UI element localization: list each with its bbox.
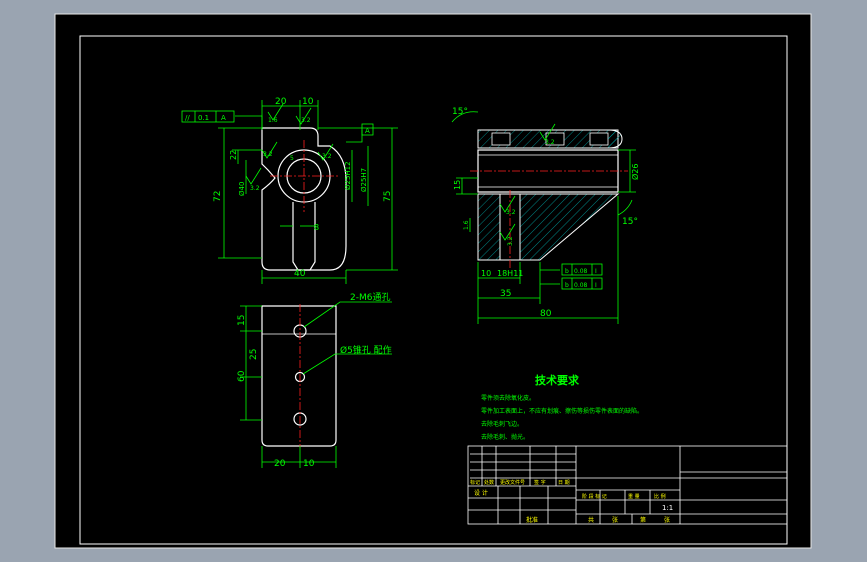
tb-design: 设 计 [474, 489, 488, 497]
notes-line-4: 去除毛刺、抛光。 [481, 433, 529, 441]
tb-scale: 1:1 [662, 504, 673, 512]
front-dim-bore-small: Ø25H12 [344, 161, 352, 190]
top-dim-15: 15 [237, 315, 247, 326]
side-rough-2: 3.2 [545, 139, 555, 146]
tol2-val: 0.08 [574, 282, 588, 289]
tb-sheet-0: 共 [588, 516, 594, 524]
tb-sheet-3: 张 [664, 516, 670, 524]
tb-header-1: 处数 [484, 479, 494, 486]
notes-line-3: 去除毛刺飞边。 [481, 420, 523, 428]
top-note-holes: 2-M6通孔 [350, 292, 390, 303]
tol2-datum: I [595, 282, 597, 289]
front-dim-20: 20 [275, 97, 287, 107]
front-dim-75: 75 [383, 191, 393, 202]
front-rough-3: 3.2 [250, 185, 260, 192]
side-dim-10: 10 [481, 269, 491, 278]
tol1-val: 0.08 [574, 268, 588, 275]
front-dim-outer: Ø40 [238, 182, 246, 196]
tb-approve: 批准 [526, 516, 538, 524]
notes-line-1: 零件须去除氧化皮。 [481, 394, 535, 402]
side-rough-1: 3.2 [506, 209, 516, 216]
tol1-sym: b [565, 268, 569, 275]
front-rough-1: 1.6 [268, 117, 278, 124]
datum-label: A [365, 127, 370, 135]
tb-header-2: 更改文件号 [500, 479, 525, 486]
front-rough-2: 3.2 [301, 117, 311, 124]
top-note-pin: Ø5锥孔 配作 [340, 344, 392, 356]
notes-title: 技术要求 [535, 373, 580, 387]
front-dim-angle: 5 [290, 155, 294, 162]
paper [54, 13, 812, 549]
tol-symbol: // [185, 114, 190, 122]
side-dim-35: 35 [500, 289, 511, 299]
tol-value: 0.1 [198, 114, 209, 122]
front-rough-4: 3.2 [322, 153, 332, 160]
top-dim-10: 10 [303, 459, 315, 469]
front-dim-8: 8 [314, 223, 319, 232]
front-dim-22: 22 [229, 150, 238, 160]
tb-stage-2: 比 例 [654, 493, 666, 500]
cad-drawing: // 0.1 A A 1.6 3.2 3.2 3.2 3.2 20 10 22 … [54, 13, 812, 549]
top-dim-60: 60 [237, 370, 247, 382]
side-rough-3: 1.6 [463, 220, 470, 230]
notes-line-2: 零件加工表面上，不应有划痕、擦伤等损伤零件表面的缺陷。 [481, 407, 643, 415]
tb-header-3: 签 字 [534, 479, 546, 486]
tol1-datum: I [595, 268, 597, 275]
top-dim-20: 20 [274, 459, 286, 469]
tb-sheet-2: 第 [640, 516, 646, 524]
tb-sheet-1: 张 [612, 516, 618, 524]
front-dim-bore-large: Ø25H7 [360, 168, 368, 192]
tol-datum: A [221, 114, 226, 122]
tb-header-4: 日 期 [558, 480, 570, 486]
side-dim-angle-bottom: 15° [622, 217, 638, 227]
side-dim-angle-top: 15° [452, 107, 468, 117]
side-rough-4: 3.2 [507, 236, 514, 246]
tb-header-0: 标记 [470, 479, 480, 486]
side-lower-body [477, 193, 501, 261]
tol2-sym: b [565, 282, 569, 289]
front-dim-72: 72 [213, 191, 223, 202]
front-dim-40: 40 [294, 269, 306, 279]
top-dim-25: 25 [249, 349, 259, 360]
side-dim-80: 80 [540, 309, 552, 319]
side-dim-dia26: Ø26 [630, 164, 640, 180]
front-rough-5: 3.2 [263, 151, 273, 158]
side-dim-fit: 18H11 [497, 269, 523, 278]
tb-stage-1: 重 量 [628, 493, 640, 500]
front-dim-10: 10 [302, 97, 314, 107]
tb-stage-0: 阶 段 标 记 [582, 493, 607, 500]
side-dim-15: 15 [453, 180, 462, 190]
